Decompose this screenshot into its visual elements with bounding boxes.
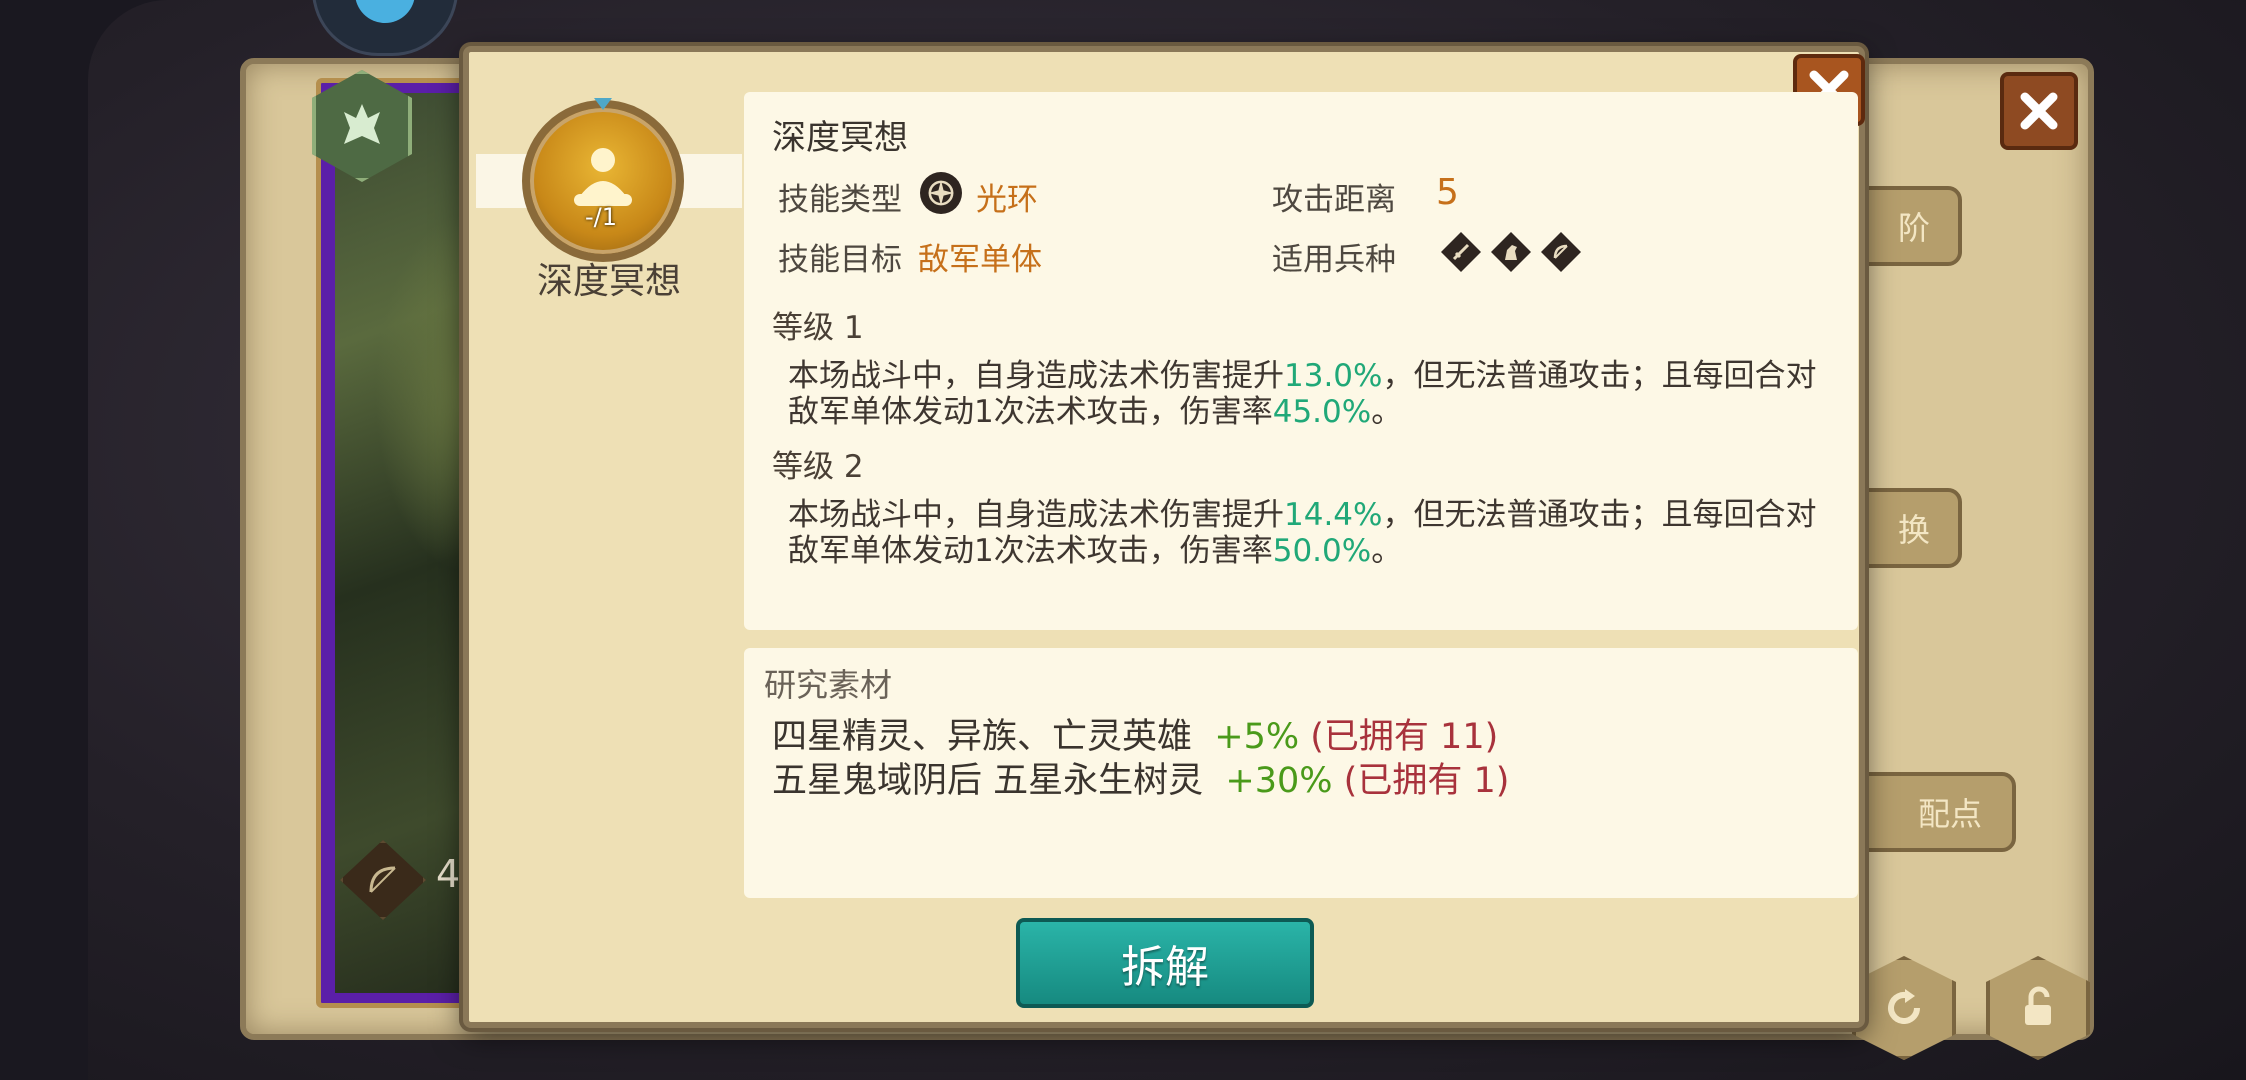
attack-range-label: 攻击距离 (1272, 182, 1396, 218)
unit-types-label: 适用兵种 (1272, 242, 1396, 278)
skill-title: 深度冥想 (772, 118, 908, 158)
skill-level-badge: -/1 (585, 203, 618, 231)
bow-glyph (1553, 244, 1568, 259)
dismantle-button[interactable]: 拆解 (1016, 918, 1314, 1008)
horse-glyph (1505, 245, 1517, 260)
material-row: 五星鬼域阴后 五星永生树灵 +30% (已拥有 1) (772, 752, 1509, 803)
material-bonus: +30% (1225, 761, 1333, 801)
material-bonus: +5% (1214, 717, 1300, 757)
aura-symbol (928, 180, 954, 206)
skill-target-label: 技能目标 (778, 242, 902, 278)
mascot-icon (355, 0, 415, 23)
level-2-text-c: 。 (1371, 533, 1403, 569)
level-2-damage-rate: 50.0% (1272, 533, 1372, 569)
research-materials-title: 研究素材 (764, 666, 893, 704)
level-1-text-a: 本场战斗中，自身造成法术伤害提升 (788, 358, 1284, 394)
level-2-text-a: 本场战斗中，自身造成法术伤害提升 (788, 497, 1284, 533)
level-2-heading: 等级 2 (772, 449, 864, 485)
skill-type-value: 光环 (976, 182, 1038, 218)
material-name: 五星鬼域阴后 五星永生树灵 (772, 761, 1204, 801)
hero-stat-number: 4 (436, 852, 461, 896)
material-name: 四星精灵、异族、亡灵英雄 (772, 717, 1193, 757)
aura-icon (920, 172, 962, 214)
elf-crest-icon (344, 104, 380, 144)
allocate-points-button[interactable]: 配点 (1842, 772, 2016, 852)
skill-type-label: 技能类型 (778, 182, 902, 218)
advance-button-label: 阶 (1897, 209, 1930, 247)
panel-close-button[interactable] (2000, 72, 2078, 150)
level-2-description: 本场战斗中，自身造成法术伤害提升14.4%，但无法普通攻击；且每回合对敌军单体发… (788, 497, 1828, 569)
unlock-icon (2025, 986, 2051, 1025)
skill-target-value: 敌军单体 (918, 242, 1042, 278)
level-2-damage-boost: 14.4% (1284, 497, 1383, 533)
level-1-heading: 等级 1 (772, 310, 864, 346)
material-owned: (已拥有 1) (1343, 761, 1510, 801)
skill-medal[interactable] (522, 100, 684, 262)
swap-button-label: 换 (1897, 511, 1930, 549)
attack-range-value: 5 (1436, 172, 1459, 213)
close-icon (2020, 92, 2058, 130)
sword-glyph (1452, 243, 1470, 261)
allocate-points-label: 配点 (1917, 795, 1982, 833)
bow-icon (369, 866, 396, 893)
material-owned: (已拥有 11) (1310, 717, 1499, 757)
level-1-damage-boost: 13.0% (1284, 358, 1383, 394)
skill-tab-name: 深度冥想 (536, 261, 681, 302)
level-1-damage-rate: 45.0% (1272, 394, 1372, 430)
level-1-description: 本场战斗中，自身造成法术伤害提升13.0%，但无法普通攻击；且每回合对敌军单体发… (788, 358, 1828, 430)
refresh-icon (1888, 989, 1920, 1024)
level-1-text-c: 。 (1371, 394, 1403, 430)
